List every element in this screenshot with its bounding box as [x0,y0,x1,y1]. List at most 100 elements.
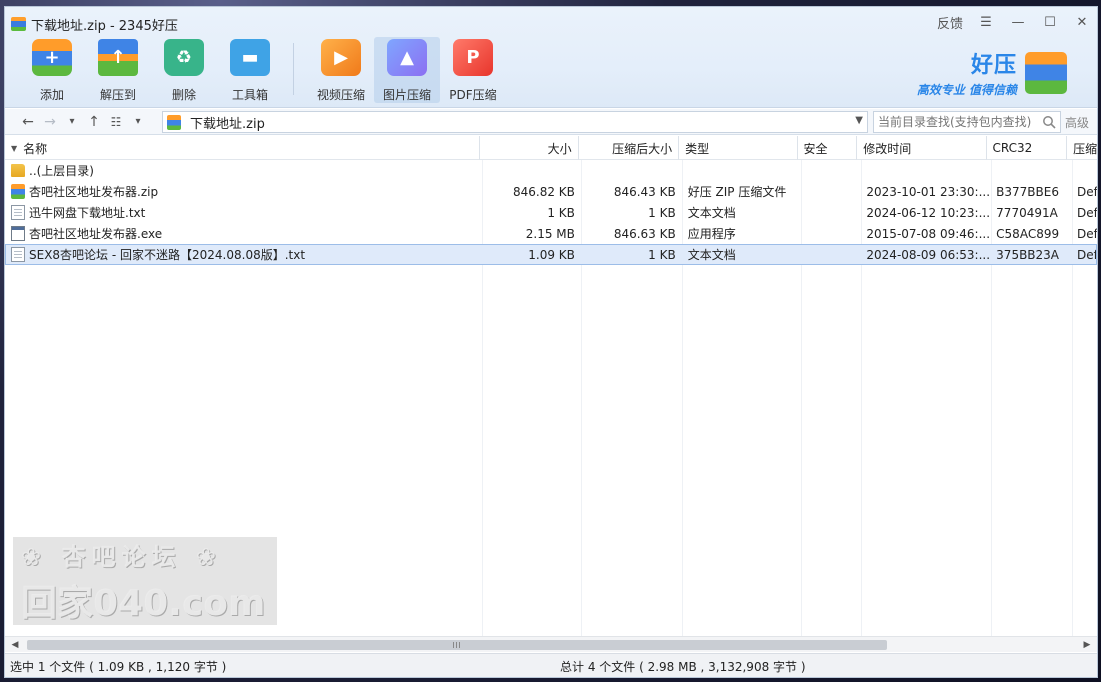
status-total: 总计 4 个文件 ( 2.98 MB , 3,132,908 字节 ) [560,660,806,674]
security-cell [801,223,861,244]
status-bar: 选中 1 个文件 ( 1.09 KB , 1,120 字节 ) 总计 4 个文件… [5,653,1097,677]
column-size[interactable]: 大小 [480,136,579,160]
address-path: 下载地址.zip [190,116,265,132]
column-modified[interactable]: 修改时间 [857,136,987,160]
method-cell: Def [1077,205,1097,220]
column-type[interactable]: 类型 [679,136,798,160]
security-cell [801,244,861,265]
method-cell: Def [1077,184,1097,199]
archive-icon [167,114,181,130]
pdf-compress-button[interactable]: P PDF压缩 [440,37,506,103]
modified-cell: 2024-06-12 10:23:... [866,205,991,220]
table-row[interactable]: 杏吧社区地址发布器.zip 846.82 KB 846.43 KB 好压 ZIP… [5,181,1097,202]
column-name[interactable]: ▼ 名称 [5,136,481,160]
name-cell: 杏吧社区地址发布器.zip [5,181,482,202]
type-cell: 文本文档 [687,248,736,262]
column-header: ▼ 名称 大小 压缩后大小 类型 安全 修改时间 CRC32 压缩 [5,136,1097,160]
toolbox-button[interactable]: ▬ 工具箱 [217,37,283,103]
security-cell [801,181,861,202]
scroll-right-icon[interactable]: ▶ [1081,639,1093,651]
table-row[interactable]: 迅牛网盘下载地址.txt 1 KB 1 KB 文本文档 2024-06-12 1… [5,202,1097,223]
feedback-link[interactable]: 反馈 [937,13,963,32]
brand-text: 好压 高效专业 值得信赖 [917,47,1017,98]
menu-icon[interactable]: ☰ [977,14,995,32]
back-arrow-icon[interactable]: ← [17,111,39,133]
grip-icon [453,642,461,648]
app-window: 下载地址.zip - 2345好压 反馈 ☰ — ☐ ✕ + 添加 ↑ 解压到 … [4,6,1098,678]
window-controls: 反馈 ☰ — ☐ ✕ [937,13,1091,32]
forward-arrow-icon[interactable]: → [39,111,61,133]
view-mode-chevron-icon[interactable]: ▾ [127,111,149,133]
address-row: ← → ▾ ↑ ☷ ▾ 下载地址.zip ▼ 高级 [5,109,1097,135]
pdf-compress-icon: P [453,39,493,76]
video-compress-button[interactable]: ▶ 视频压缩 [308,37,374,103]
table-row[interactable]: 杏吧社区地址发布器.exe 2.15 MB 846.63 KB 应用程序 201… [5,223,1097,244]
toolbar: + 添加 ↑ 解压到 ♻ 删除 ▬ 工具箱 ▶ 视频压缩 ▲ 图片压缩 P PD… [19,37,506,103]
brand-name: 好压 [970,53,1017,78]
exe-file-icon [11,226,25,241]
image-compress-icon: ▲ [387,39,427,76]
horizontal-scrollbar[interactable]: ◀ ▶ [5,636,1097,652]
pdf-compress-label: PDF压缩 [449,88,497,102]
table-row-selected[interactable]: SEX8杏吧论坛 - 回家不迷路【2024.08.08版】.txt 1.09 K… [5,244,1097,265]
packed-size-cell: 846.63 KB [613,226,676,241]
video-compress-label: 视频压缩 [316,88,365,102]
scroll-left-icon[interactable]: ◀ [9,639,21,651]
column-packed-size[interactable]: 压缩后大小 [579,136,680,160]
add-label: 添加 [39,88,64,102]
extract-label: 解压到 [99,88,136,102]
image-compress-label: 图片压缩 [382,88,431,102]
address-dropdown-icon[interactable]: ▼ [855,115,863,126]
toolbox-label: 工具箱 [231,88,268,102]
table-row[interactable]: ..(上层目录) [5,160,1097,181]
file-name: SEX8杏吧论坛 - 回家不迷路【2024.08.08版】.txt [29,248,306,262]
add-archive-icon: + [32,39,72,76]
header: 下载地址.zip - 2345好压 反馈 ☰ — ☐ ✕ + 添加 ↑ 解压到 … [5,7,1097,108]
file-name: 迅牛网盘下载地址.txt [29,206,146,220]
brand: 好压 高效专业 值得信赖 [917,47,1067,98]
crc-cell: B377BBE6 [996,184,1059,199]
extract-button[interactable]: ↑ 解压到 [85,37,151,103]
close-icon[interactable]: ✕ [1073,14,1091,32]
search-input[interactable] [878,115,1040,129]
maximize-icon[interactable]: ☐ [1041,14,1059,32]
size-cell: 2.15 MB [525,226,575,241]
watermark-logo: ❀ 杏吧论坛 ❀ 回家040.com [13,537,277,625]
type-cell: 文本文档 [687,206,736,220]
recycle-bin-icon: ♻ [164,39,204,76]
column-security[interactable]: 安全 [798,136,858,160]
column-name-label: 名称 [23,141,48,156]
title-bar: 下载地址.zip - 2345好压 [11,15,178,34]
image-compress-button[interactable]: ▲ 图片压缩 [374,37,440,103]
add-button[interactable]: + 添加 [19,37,85,103]
column-crc32[interactable]: CRC32 [987,136,1068,160]
delete-button[interactable]: ♻ 删除 [151,37,217,103]
address-bar[interactable]: 下载地址.zip ▼ [162,111,868,133]
status-selected: 选中 1 个文件 ( 1.09 KB , 1,120 字节 ) [10,660,227,674]
view-mode-icon[interactable]: ☷ [105,111,127,133]
column-method[interactable]: 压缩 [1067,136,1097,160]
minimize-icon[interactable]: — [1009,14,1027,32]
window-title: 下载地址.zip - 2345好压 [31,18,178,34]
brand-logo-icon [1025,51,1067,94]
name-cell: ..(上层目录) [5,160,483,181]
packed-size-cell: 846.43 KB [613,184,676,199]
scrollbar-thumb[interactable] [27,640,887,650]
name-cell: SEX8杏吧论坛 - 回家不迷路【2024.08.08版】.txt [5,244,482,265]
search-icon[interactable] [1042,115,1056,129]
size-cell: 846.82 KB [512,184,575,199]
security-cell [801,202,861,223]
method-cell: Def [1077,247,1097,262]
folder-icon [11,164,25,177]
up-arrow-icon[interactable]: ↑ [83,111,105,133]
modified-cell: 2024-08-09 06:53:... [866,247,991,262]
toolbar-divider [293,43,294,95]
file-name: 杏吧社区地址发布器.exe [29,227,163,241]
advanced-search-button[interactable]: 高级 [1065,114,1089,131]
history-chevron-icon[interactable]: ▾ [61,111,83,133]
size-cell: 1.09 KB [528,247,575,262]
text-file-icon [11,247,25,262]
delete-label: 删除 [171,88,196,102]
file-name: 杏吧社区地址发布器.zip [29,185,159,199]
crc-cell: 7770491A [996,205,1058,220]
